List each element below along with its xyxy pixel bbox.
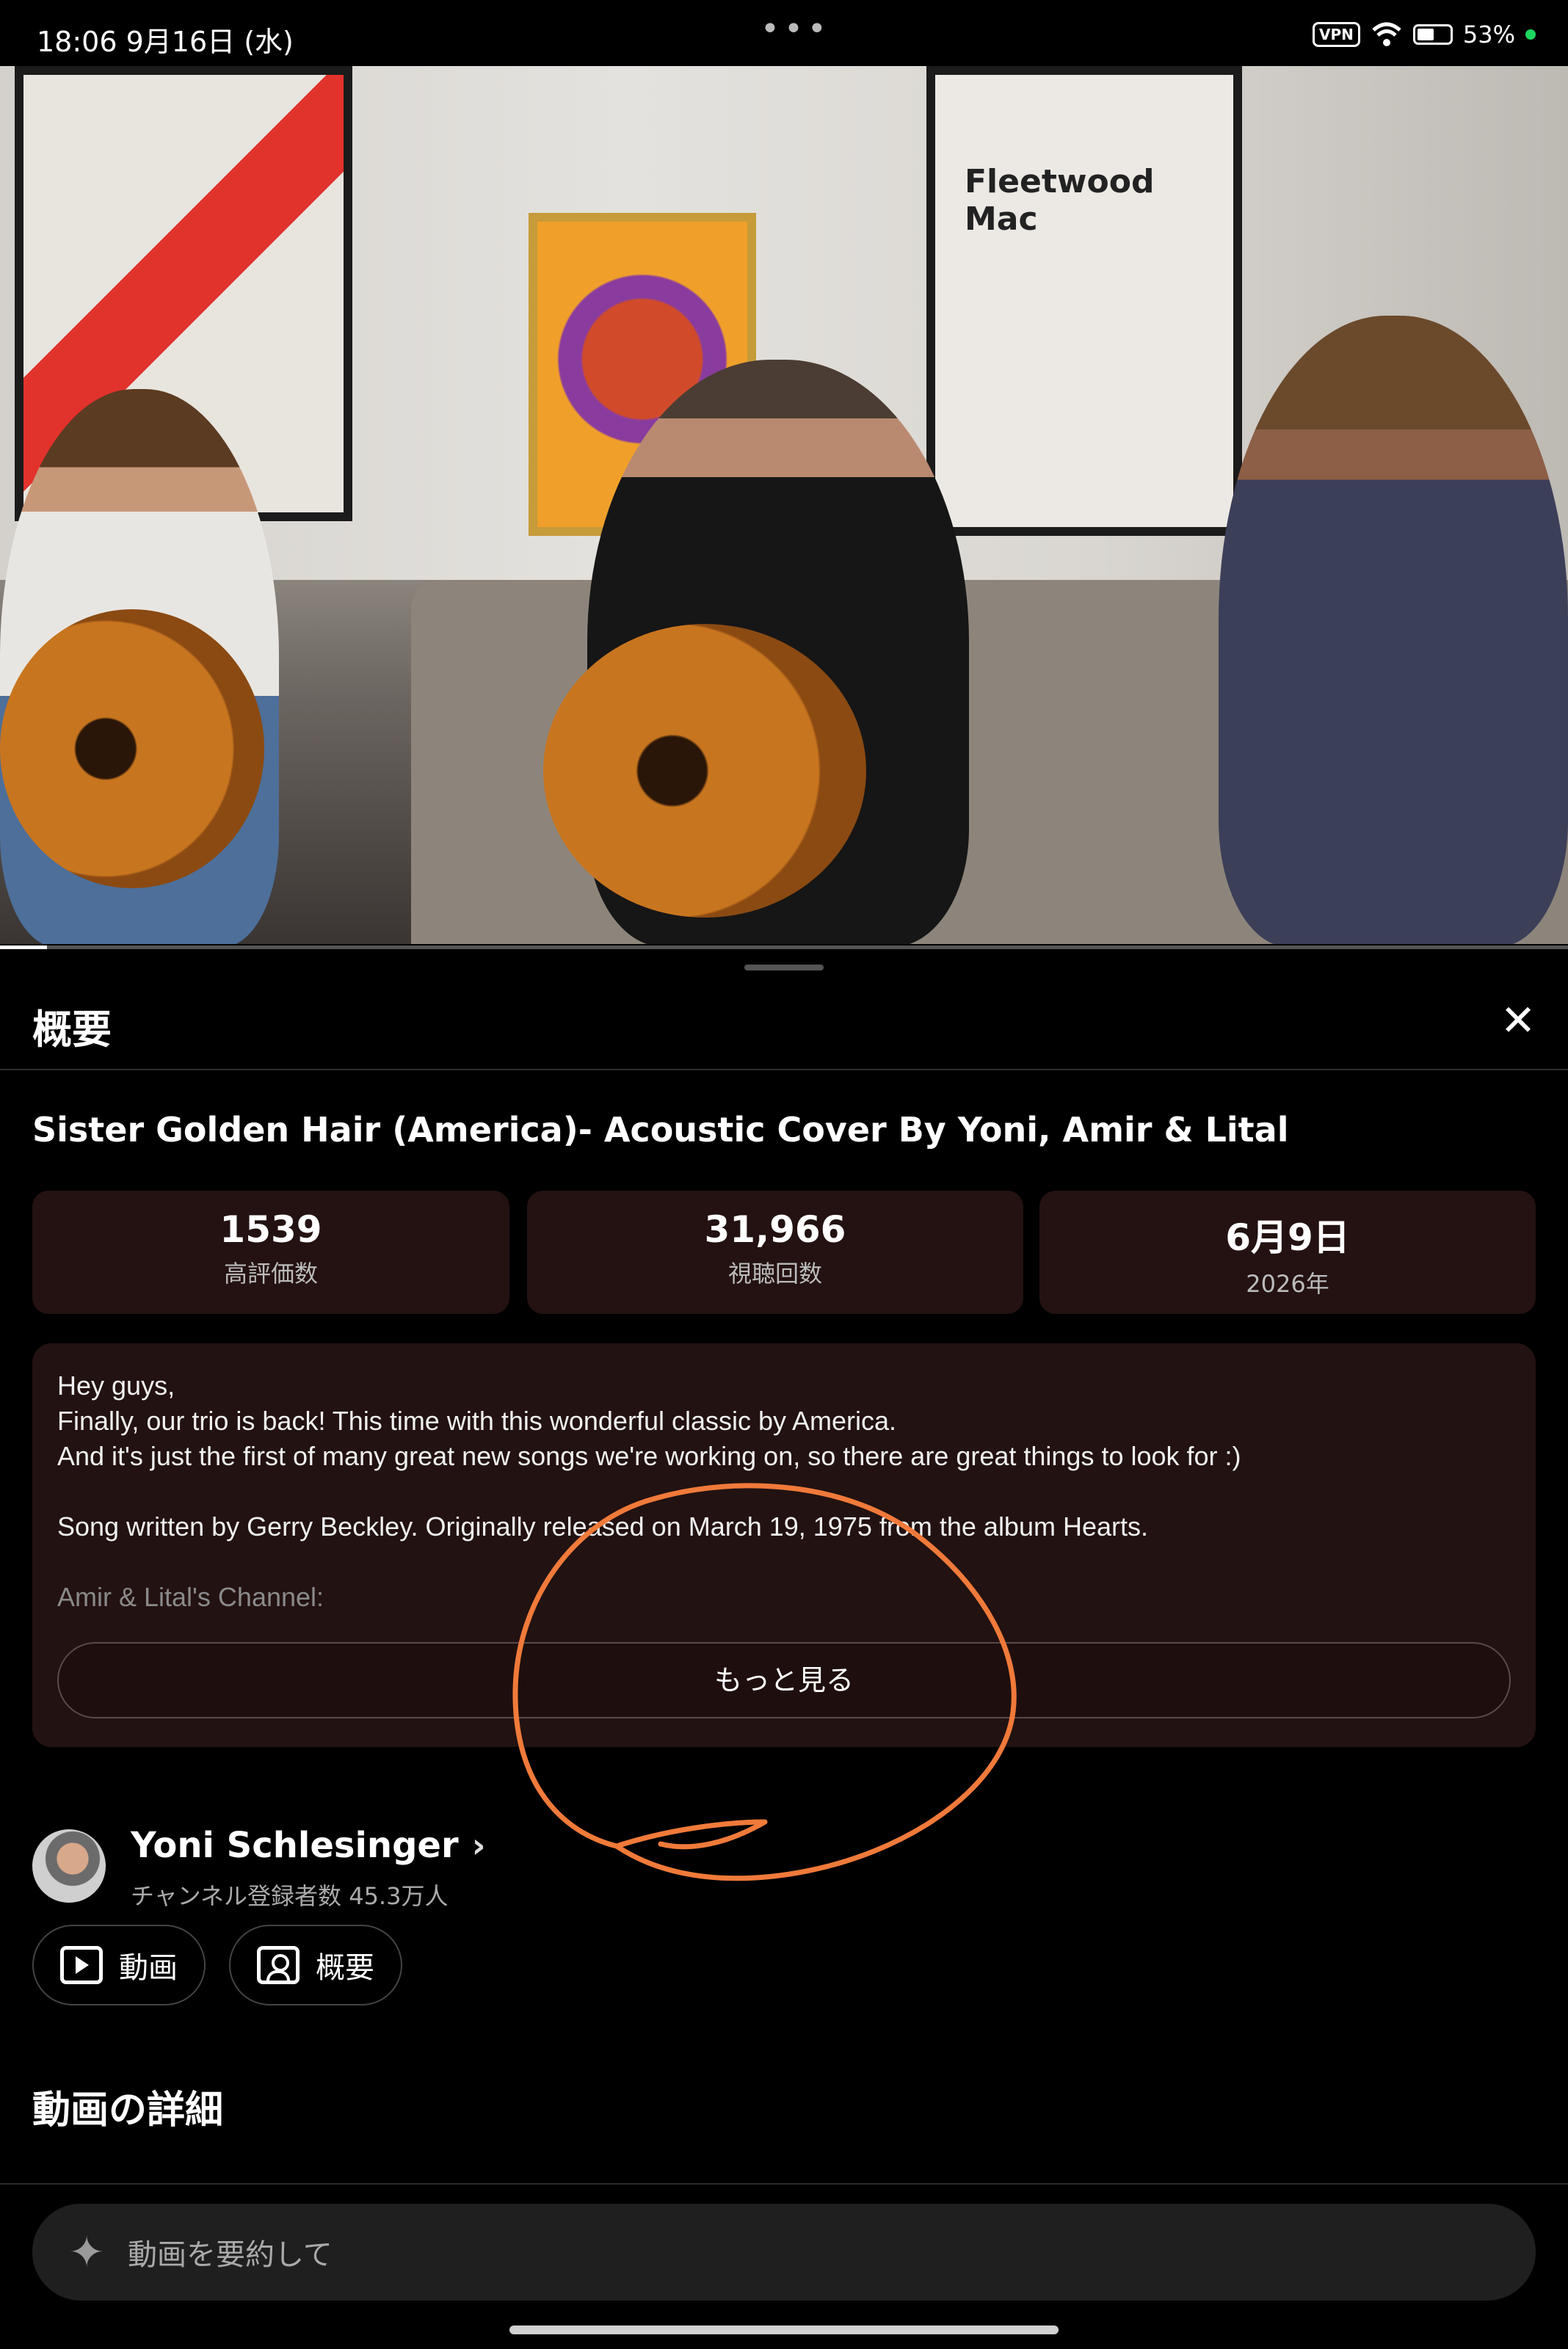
likes-count: 1539 xyxy=(219,1208,322,1251)
views-label: 視聴回数 xyxy=(727,1260,822,1288)
panel-title: 概要 xyxy=(32,1006,112,1053)
channel-videos-button[interactable]: 動画 xyxy=(32,1925,206,2005)
description-line xyxy=(57,1474,1511,1509)
guitar-left xyxy=(0,609,264,888)
home-indicator[interactable] xyxy=(509,2326,1059,2334)
views-count: 31,966 xyxy=(704,1208,846,1251)
description-line xyxy=(57,1544,1511,1580)
stat-likes: 1539 高評価数 xyxy=(32,1191,509,1314)
status-bar: 18:06 9月16日 (水) ••• VPN 53% xyxy=(0,0,1568,68)
guitar-center xyxy=(543,624,866,918)
vpn-icon: VPN xyxy=(1313,22,1360,47)
sparkle-icon: ✦ xyxy=(68,2227,105,2277)
video-progress-fill xyxy=(0,945,48,949)
description-line: Hey guys, xyxy=(57,1370,175,1401)
status-icons: VPN 53% xyxy=(1313,21,1536,48)
description-card[interactable]: Hey guys, Finally, our trio is back! Thi… xyxy=(32,1343,1536,1747)
panel-divider xyxy=(0,1069,1568,1070)
channel-name: Yoni Schlesinger xyxy=(131,1825,459,1866)
description-line: And it's just the first of many great ne… xyxy=(57,1441,1241,1471)
privacy-indicator-dot xyxy=(1525,29,1536,40)
chevron-right-icon: › xyxy=(471,1826,486,1865)
video-progress-bar[interactable] xyxy=(0,945,1568,949)
ask-ai-placeholder: 動画を要約して xyxy=(128,2238,333,2272)
description-line: Finally, our trio is back! This time wit… xyxy=(57,1406,897,1436)
video-play-icon xyxy=(60,1946,103,1984)
poster-right-text: Fleetwood Mac xyxy=(965,163,1155,238)
drag-handle[interactable] xyxy=(744,965,824,970)
description-line: Amir & Lital's Channel: xyxy=(57,1582,324,1612)
videos-button-label: 動画 xyxy=(119,1951,178,1985)
bottom-divider xyxy=(0,2183,1568,2185)
description-line: Song written by Gerry Beckley. Originall… xyxy=(57,1511,1149,1542)
wifi-icon xyxy=(1372,22,1401,46)
stat-date: 6月9日 2026年 xyxy=(1039,1191,1536,1314)
performer-right xyxy=(1219,316,1568,944)
video-player[interactable]: Fleetwood Mac xyxy=(0,66,1568,944)
upload-date: 6月9日 xyxy=(1225,1216,1350,1259)
channel-avatar[interactable] xyxy=(32,1829,106,1903)
likes-label: 高評価数 xyxy=(223,1260,318,1288)
battery-percent: 53% xyxy=(1462,21,1515,48)
person-profile-icon xyxy=(257,1946,300,1984)
video-details-heading: 動画の詳細 xyxy=(32,2088,224,2132)
description-text: Hey guys, Finally, our trio is back! Thi… xyxy=(57,1368,1511,1615)
about-button-label: 概要 xyxy=(316,1951,374,1985)
more-dots-icon[interactable]: ••• xyxy=(761,10,831,48)
video-title: Sister Golden Hair (America)- Acoustic C… xyxy=(32,1110,1289,1150)
show-more-button[interactable]: もっと見る xyxy=(57,1642,1511,1718)
battery-icon xyxy=(1412,24,1453,45)
status-time-date: 18:06 9月16日 (水) xyxy=(37,26,294,58)
channel-subscribers: チャンネル登録者数 45.3万人 xyxy=(131,1882,449,1910)
channel-link[interactable]: Yoni Schlesinger › xyxy=(131,1825,486,1866)
poster-right: Fleetwood Mac xyxy=(926,66,1242,536)
stat-views: 31,966 視聴回数 xyxy=(527,1191,1023,1314)
battery-fill xyxy=(1417,29,1434,40)
close-icon[interactable]: ✕ xyxy=(1496,998,1540,1042)
upload-year: 2026年 xyxy=(1246,1270,1329,1298)
ask-ai-bar[interactable]: ✦ 動画を要約して xyxy=(32,2204,1536,2301)
channel-about-button[interactable]: 概要 xyxy=(229,1925,402,2005)
